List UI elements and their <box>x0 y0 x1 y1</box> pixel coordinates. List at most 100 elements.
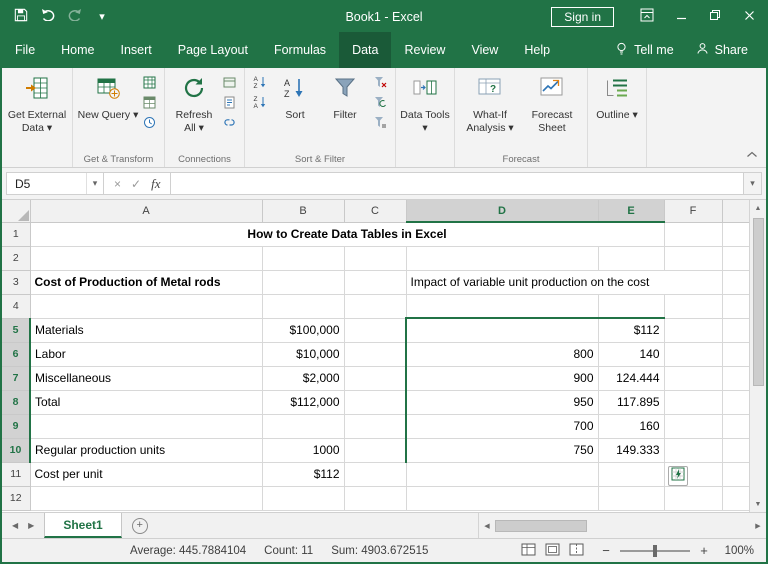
cell[interactable]: $112 <box>262 462 345 487</box>
row-header[interactable]: 7 <box>2 366 31 391</box>
cell[interactable]: 950 <box>405 390 599 415</box>
cell[interactable] <box>722 414 750 439</box>
scroll-down-icon[interactable]: ▼ <box>750 496 766 512</box>
cell[interactable] <box>406 246 599 271</box>
column-header-d[interactable]: D <box>406 200 599 223</box>
horizontal-scroll-thumb[interactable] <box>495 519 587 532</box>
tell-me-button[interactable]: Tell me <box>607 32 682 68</box>
cell[interactable]: Regular production units <box>30 438 263 463</box>
select-all-button[interactable] <box>2 200 31 223</box>
cell[interactable]: Labor <box>30 342 263 367</box>
row-header[interactable]: 11 <box>2 462 31 487</box>
ribbon-display-options-button[interactable] <box>630 2 664 32</box>
cell[interactable] <box>664 366 723 391</box>
new-sheet-button[interactable]: + <box>131 517 148 534</box>
cell-left-table-title[interactable]: Cost of Production of Metal rods <box>30 270 263 295</box>
cell[interactable] <box>664 486 723 511</box>
cell-right-table-title[interactable]: Impact of variable unit production on th… <box>406 270 723 295</box>
cell[interactable] <box>344 342 407 367</box>
sheet-tab-sheet1[interactable]: Sheet1 <box>44 513 122 538</box>
cell[interactable]: 700 <box>405 414 599 439</box>
spreadsheet[interactable]: A B C D E F 1 How to Create Data Tables … <box>2 200 750 511</box>
cell[interactable] <box>722 390 750 415</box>
outline-button[interactable]: Outline ▾ <box>592 73 642 122</box>
cell[interactable] <box>344 486 407 511</box>
cell[interactable]: 900 <box>405 366 599 391</box>
cell[interactable]: Total <box>30 390 263 415</box>
cell[interactable] <box>722 462 750 487</box>
cell[interactable]: $100,000 <box>262 318 345 343</box>
data-tools-button[interactable]: Data Tools ▾ <box>400 73 450 134</box>
undo-button[interactable] <box>39 7 57 27</box>
formula-input[interactable] <box>171 172 744 195</box>
cell[interactable]: 1000 <box>262 438 345 463</box>
enter-button[interactable]: ✓ <box>131 177 141 191</box>
cell[interactable]: 124.444 <box>598 366 665 391</box>
cell[interactable] <box>30 486 263 511</box>
scroll-right-icon[interactable]: ▶ <box>750 522 766 530</box>
zoom-out-button[interactable]: − <box>600 543 612 558</box>
row-header[interactable]: 5 <box>2 318 31 343</box>
row-header[interactable]: 4 <box>2 294 31 319</box>
tab-insert[interactable]: Insert <box>108 32 165 68</box>
row-header[interactable]: 8 <box>2 390 31 415</box>
zoom-slider[interactable] <box>620 544 690 557</box>
vertical-scrollbar[interactable]: ▲ ▼ <box>749 200 766 512</box>
cell[interactable] <box>722 270 750 295</box>
horizontal-scrollbar[interactable]: ◀ ▶ <box>478 513 766 538</box>
tab-data[interactable]: Data <box>339 32 392 68</box>
sort-descending-button[interactable]: ZA <box>251 96 268 112</box>
zoom-in-button[interactable]: + <box>698 543 710 558</box>
cell[interactable]: 750 <box>405 438 599 463</box>
cell[interactable]: $2,000 <box>262 366 345 391</box>
forecast-sheet-button[interactable]: Forecast Sheet <box>521 73 583 134</box>
next-sheet-icon[interactable]: ▶ <box>28 521 34 530</box>
zoom-level[interactable]: 100% <box>718 545 754 557</box>
tab-review[interactable]: Review <box>391 32 458 68</box>
advanced-filter-button[interactable] <box>372 116 389 132</box>
zoom-slider-thumb[interactable] <box>653 544 657 557</box>
cell[interactable] <box>598 246 665 271</box>
row-header[interactable]: 12 <box>2 486 31 511</box>
cell[interactable] <box>262 414 345 439</box>
cell[interactable] <box>344 366 407 391</box>
show-queries-button[interactable] <box>141 76 158 92</box>
cell[interactable]: $112 <box>598 317 665 343</box>
cell[interactable] <box>344 246 407 271</box>
refresh-all-button[interactable]: Refresh All ▾ <box>169 73 219 134</box>
redo-button[interactable] <box>66 7 84 27</box>
cell[interactable] <box>598 486 665 511</box>
connections-button[interactable] <box>221 77 238 92</box>
tab-view[interactable]: View <box>458 32 511 68</box>
cell[interactable] <box>406 462 599 487</box>
row-header[interactable]: 2 <box>2 246 31 271</box>
column-header-e[interactable]: E <box>598 200 665 223</box>
cell[interactable]: $112,000 <box>262 390 345 415</box>
recent-sources-button[interactable] <box>141 116 158 132</box>
page-break-preview-button[interactable] <box>566 542 586 560</box>
expand-formula-bar-button[interactable]: ▾ <box>744 172 762 195</box>
cell[interactable] <box>664 294 723 319</box>
sign-in-button[interactable]: Sign in <box>551 7 614 27</box>
collapse-ribbon-button[interactable] <box>746 145 758 163</box>
tab-help[interactable]: Help <box>511 32 563 68</box>
sort-ascending-button[interactable]: AZ <box>251 76 268 92</box>
row-header[interactable]: 6 <box>2 342 31 367</box>
cell[interactable] <box>344 414 407 439</box>
cell[interactable] <box>664 342 723 367</box>
quick-analysis-button[interactable] <box>668 466 688 486</box>
cell[interactable] <box>30 414 263 439</box>
filter-button[interactable]: Filter <box>320 73 370 122</box>
cell[interactable]: Miscellaneous <box>30 366 263 391</box>
cell[interactable] <box>664 222 723 247</box>
vertical-scroll-thumb[interactable] <box>752 218 764 386</box>
cell[interactable] <box>30 294 263 319</box>
cell[interactable] <box>598 462 665 487</box>
cell[interactable] <box>722 486 750 511</box>
close-button[interactable] <box>732 2 766 32</box>
cell[interactable] <box>722 438 750 463</box>
cell[interactable]: 140 <box>598 342 665 367</box>
get-external-data-button[interactable]: Get External Data ▾ <box>6 73 68 134</box>
scroll-left-icon[interactable]: ◀ <box>479 522 495 530</box>
clear-filter-button[interactable] <box>372 76 389 92</box>
